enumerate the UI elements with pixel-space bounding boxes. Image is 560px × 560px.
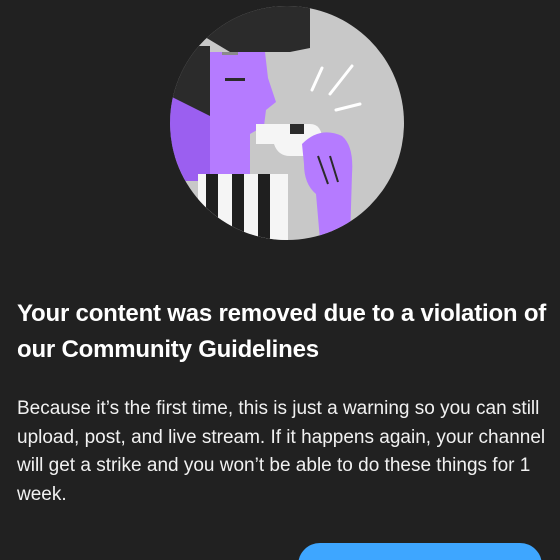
dialog-body-text: Because it’s the first time, this is jus…	[17, 398, 546, 505]
referee-whistle-illustration-icon	[170, 6, 404, 240]
acknowledge-button[interactable]	[298, 543, 542, 560]
dialog-title: Your content was removed due to a violat…	[17, 300, 547, 363]
warning-dialog: Your content was removed due to a violat…	[0, 0, 560, 560]
